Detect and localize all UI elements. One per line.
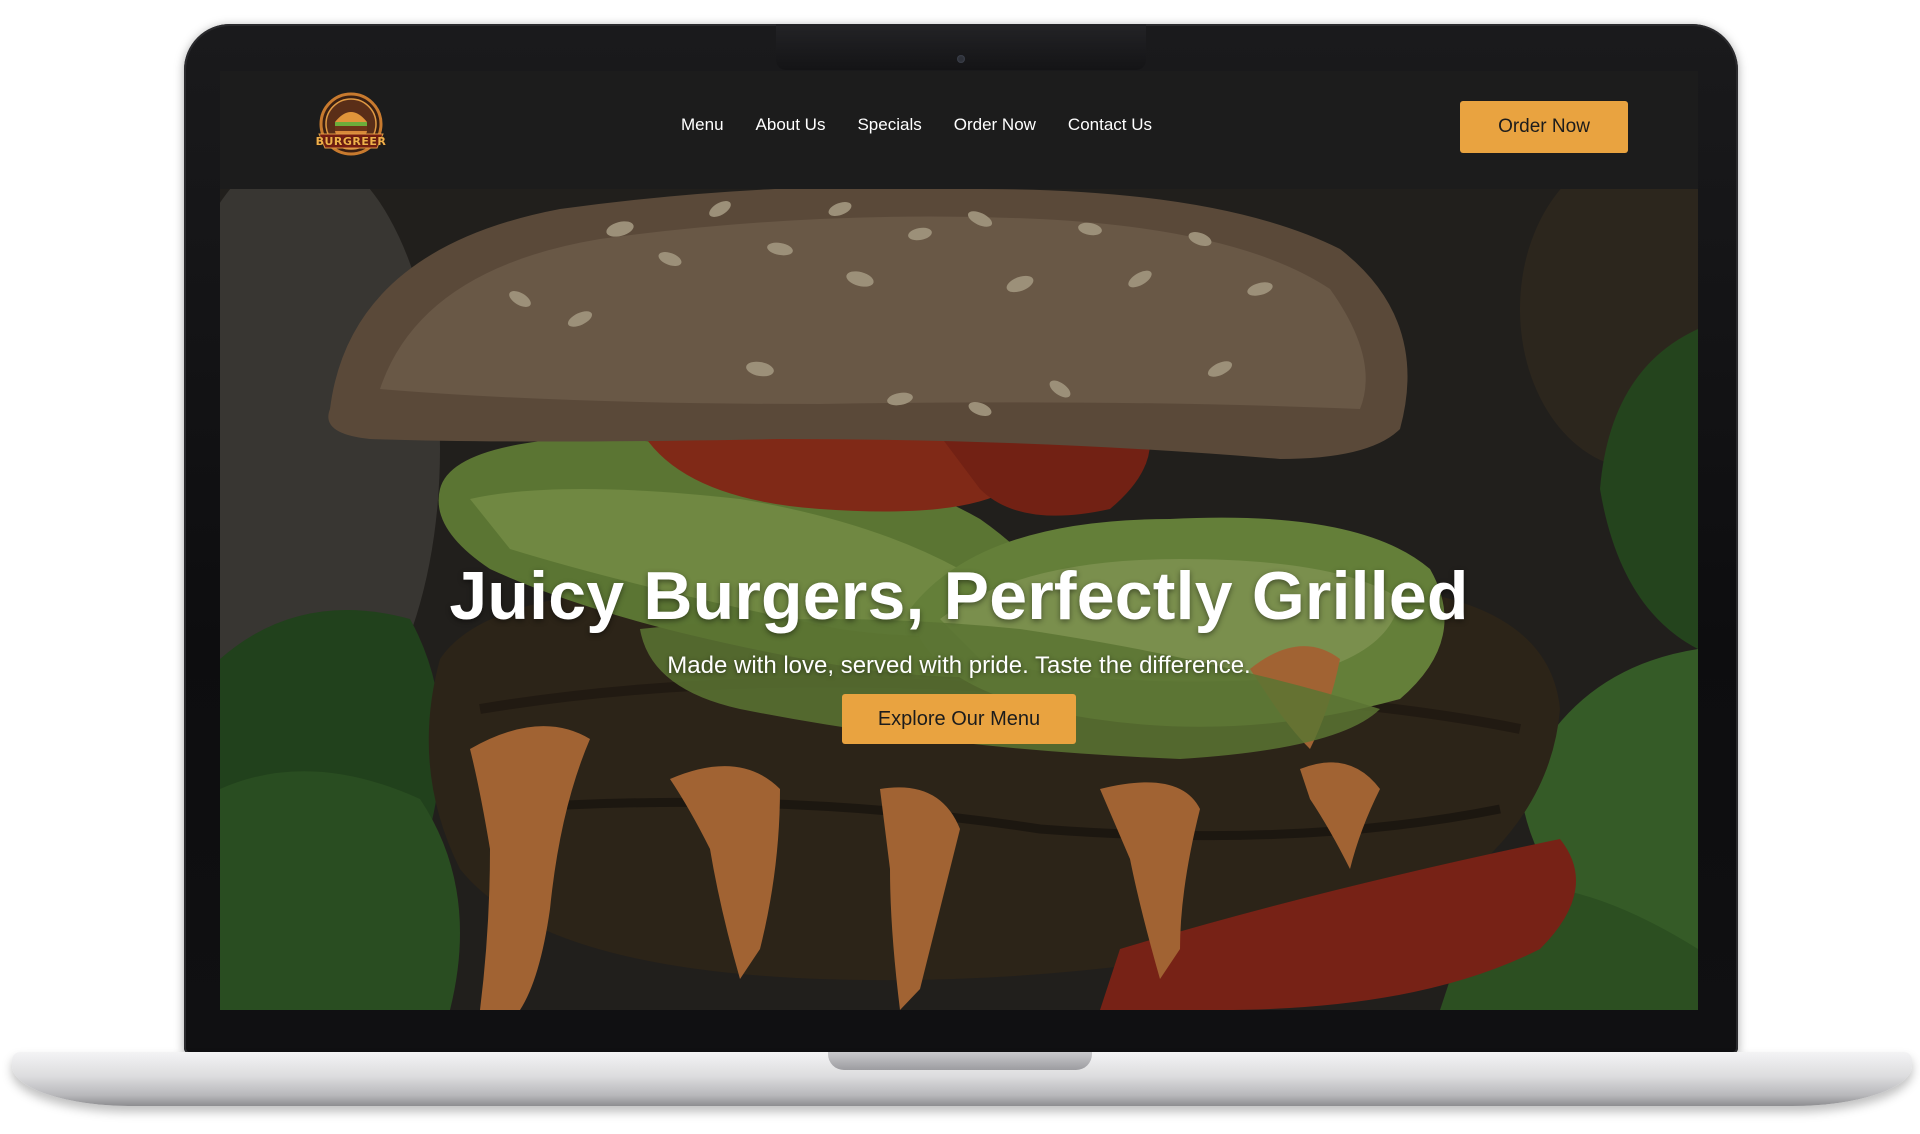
laptop-mockup: BURGREER Menu About Us Specials Order No… [0, 0, 1920, 1134]
burger-logo-icon [318, 92, 384, 156]
hero-subtitle: Made with love, served with pride. Taste… [667, 651, 1251, 679]
explore-menu-button[interactable]: Explore Our Menu [842, 693, 1076, 744]
nav-link-about-us[interactable]: About Us [756, 115, 826, 134]
nav-item-menu: Menu [681, 115, 724, 135]
nav-item-contact-us: Contact Us [1068, 115, 1152, 135]
hero-section: Juicy Burgers, Perfectly Grilled Made wi… [220, 189, 1698, 1010]
screen: BURGREER Menu About Us Specials Order No… [220, 71, 1698, 1010]
hero-title: Juicy Burgers, Perfectly Grilled [449, 558, 1469, 634]
nav-link-specials[interactable]: Specials [857, 115, 921, 134]
hero-content: Juicy Burgers, Perfectly Grilled Made wi… [220, 559, 1698, 744]
webcam-icon [957, 55, 965, 63]
site-logo[interactable]: BURGREER [313, 88, 389, 164]
nav-item-about-us: About Us [756, 115, 826, 135]
nav-link-order-now[interactable]: Order Now [954, 115, 1036, 134]
nav-link-contact-us[interactable]: Contact Us [1068, 115, 1152, 134]
nav-item-specials: Specials [857, 115, 921, 135]
navbar: BURGREER Menu About Us Specials Order No… [220, 71, 1698, 189]
nav-item-order-now: Order Now [954, 115, 1036, 135]
laptop-hinge-notch [828, 1052, 1092, 1070]
order-now-button[interactable]: Order Now [1460, 101, 1628, 153]
main-navigation: Menu About Us Specials Order Now Contact… [681, 115, 1152, 135]
logo-wordmark: BURGREER [315, 135, 387, 148]
nav-link-menu[interactable]: Menu [681, 115, 724, 134]
